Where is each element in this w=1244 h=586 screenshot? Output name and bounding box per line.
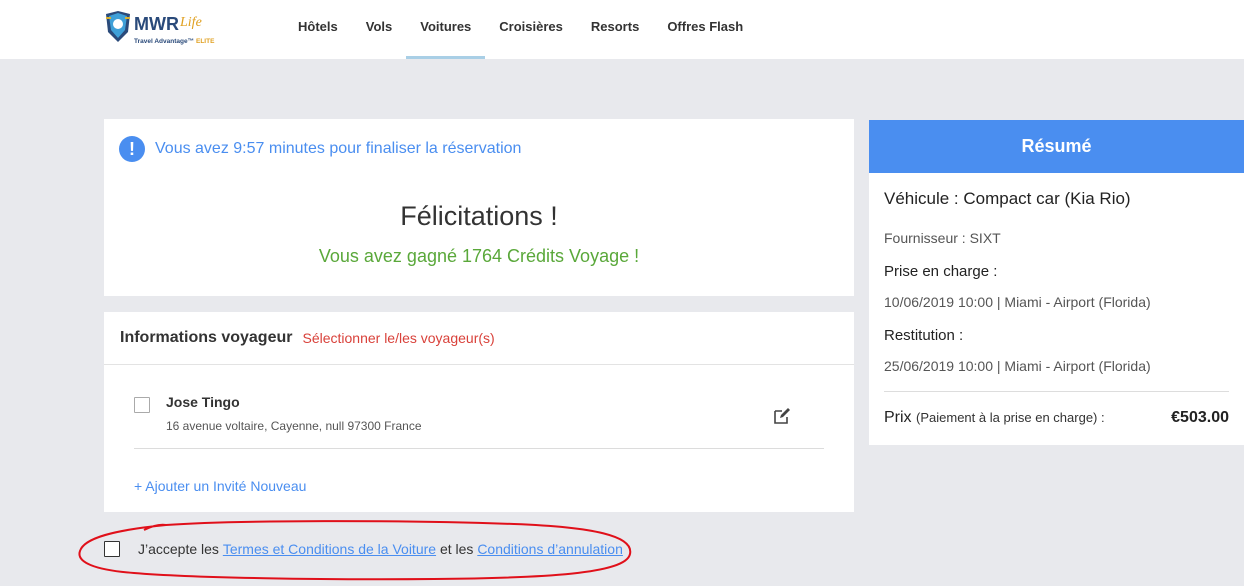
traveler-address: 16 avenue voltaire, Cayenne, null 97300 … bbox=[166, 419, 422, 433]
reservation-timer-card: ! Vous avez 9:57 minutes pour finaliser … bbox=[104, 119, 854, 296]
svg-text:Life: Life bbox=[179, 15, 202, 30]
pickup-value: 10/06/2019 10:00 | Miami - Airport (Flor… bbox=[884, 294, 1151, 310]
edit-icon[interactable] bbox=[772, 406, 792, 426]
select-travelers-link[interactable]: Sélectionner le/les voyageur(s) bbox=[302, 330, 494, 346]
add-new-guest-link[interactable]: + Ajouter un Invité Nouveau bbox=[134, 478, 306, 494]
vehicle-info: Véhicule : Compact car (Kia Rio) bbox=[884, 189, 1131, 208]
traveler-info-card: Informations voyageur Sélectionner le/le… bbox=[104, 312, 854, 512]
nav-cars[interactable]: Voitures bbox=[406, 0, 486, 59]
top-navigation-bar: MWR Life Travel Advantage™ ELITE Hôtels … bbox=[0, 0, 1244, 59]
traveler-info-header: Informations voyageur Sélectionner le/le… bbox=[104, 312, 854, 365]
traveler-checkbox[interactable] bbox=[134, 397, 150, 413]
return-value: 25/06/2019 10:00 | Miami - Airport (Flor… bbox=[884, 358, 1151, 374]
terms-prefix: J’accepte les bbox=[138, 541, 219, 557]
nav-flash-deals[interactable]: Offres Flash bbox=[653, 0, 757, 59]
terms-checkbox[interactable] bbox=[104, 541, 120, 557]
summary-divider bbox=[884, 391, 1229, 392]
traveler-row: Jose Tingo 16 avenue voltaire, Cayenne, … bbox=[134, 384, 824, 449]
congratulations-title: Félicitations ! bbox=[400, 201, 558, 231]
car-terms-link[interactable]: Termes et Conditions de la Voiture bbox=[223, 541, 436, 557]
terms-acceptance-row: J’accepte les Termes et Conditions de la… bbox=[104, 541, 623, 557]
nav-cruises[interactable]: Croisières bbox=[485, 0, 577, 59]
price-row: Prix (Paiement à la prise en charge) : €… bbox=[884, 409, 1229, 427]
svg-text:ELITE: ELITE bbox=[196, 38, 215, 45]
price-label: Prix bbox=[884, 409, 912, 426]
timer-row: ! Vous avez 9:57 minutes pour finaliser … bbox=[119, 136, 521, 162]
svg-text:MWR: MWR bbox=[134, 14, 179, 34]
mwr-life-logo[interactable]: MWR Life Travel Advantage™ ELITE bbox=[104, 10, 220, 48]
return-label: Restitution : bbox=[884, 327, 964, 344]
exclamation-icon: ! bbox=[119, 136, 145, 162]
summary-header: Résumé bbox=[869, 120, 1244, 173]
cancellation-conditions-link[interactable]: Conditions d’annulation bbox=[477, 541, 623, 557]
traveler-info-title: Informations voyageur bbox=[120, 329, 293, 346]
nav-resorts[interactable]: Resorts bbox=[577, 0, 653, 59]
traveler-name: Jose Tingo bbox=[166, 394, 240, 410]
pickup-label: Prise en charge : bbox=[884, 263, 998, 280]
nav-hotels[interactable]: Hôtels bbox=[284, 0, 352, 59]
supplier-info: Fournisseur : SIXT bbox=[884, 230, 1001, 246]
terms-middle: et les bbox=[439, 541, 474, 557]
booking-summary-panel: Résumé Véhicule : Compact car (Kia Rio) … bbox=[869, 120, 1244, 445]
credits-earned-text: Vous avez gagné 1764 Crédits Voyage ! bbox=[318, 246, 640, 266]
main-nav: Hôtels Vols Voitures Croisières Resorts … bbox=[284, 0, 757, 59]
price-note: (Paiement à la prise en charge) : bbox=[916, 410, 1105, 425]
price-value: €503.00 bbox=[1171, 409, 1229, 426]
timer-text: Vous avez 9:57 minutes pour finaliser la… bbox=[155, 140, 522, 157]
nav-flights[interactable]: Vols bbox=[352, 0, 407, 59]
svg-text:Travel Advantage™: Travel Advantage™ bbox=[134, 38, 194, 45]
